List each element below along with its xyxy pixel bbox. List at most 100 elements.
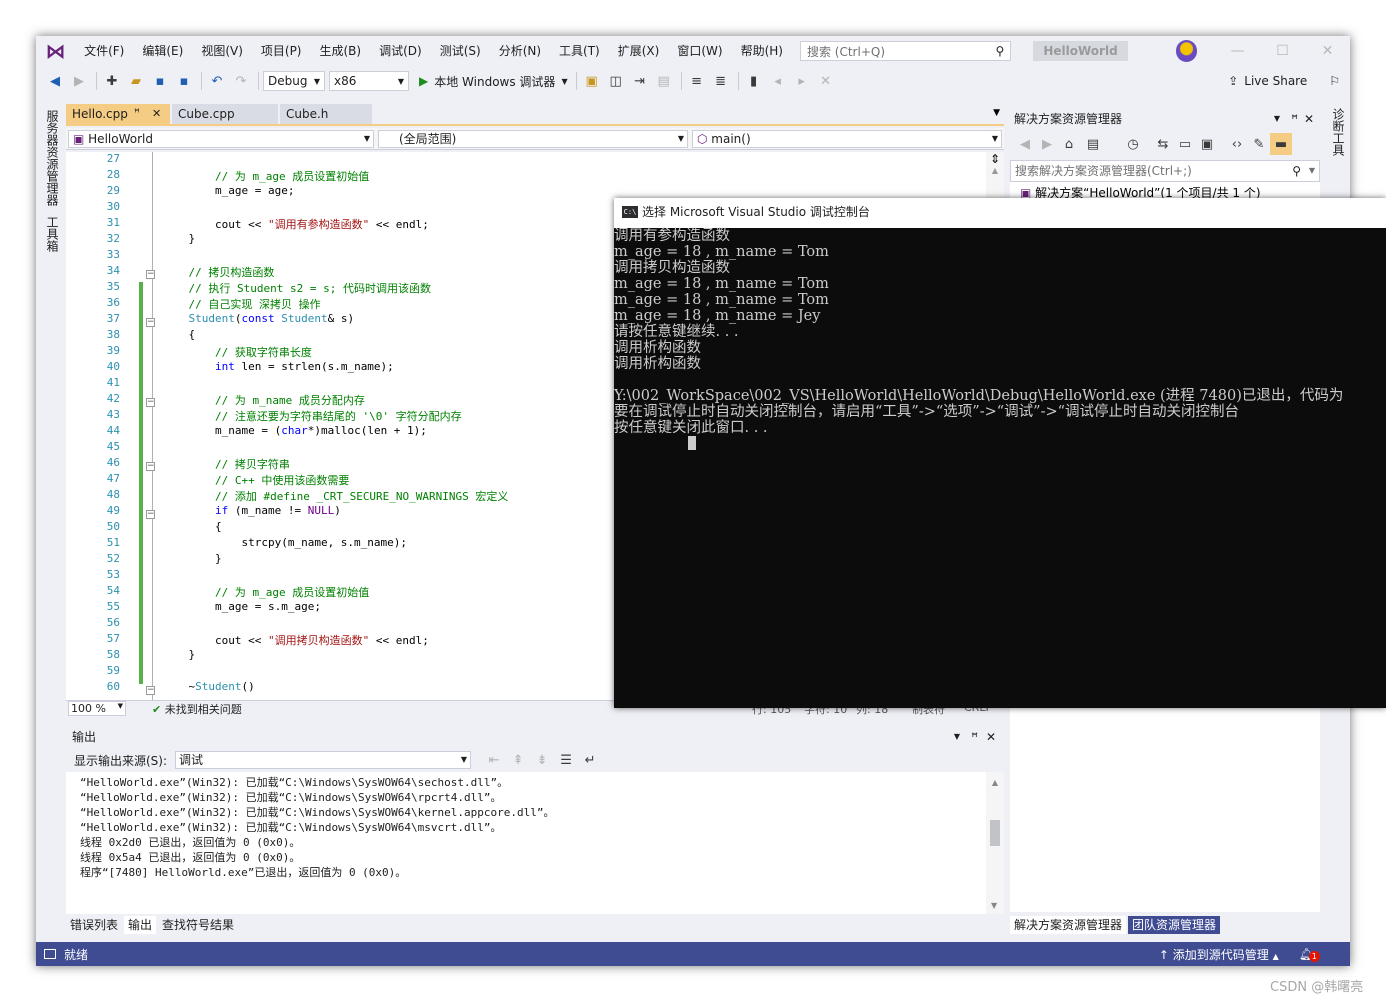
solution-platform-select[interactable]: x86 ▼ — [329, 71, 409, 91]
undo-icon[interactable]: ↶ — [206, 70, 228, 92]
preview-icon[interactable]: ▬ — [1270, 133, 1292, 155]
properties-icon[interactable]: ✎ — [1248, 133, 1270, 155]
start-debugging-button[interactable]: ▶ 本地 Windows 调试器 ▼ — [419, 73, 568, 90]
find-message-icon[interactable]: ⇤ — [483, 749, 505, 771]
redo-icon[interactable]: ↷ — [230, 70, 252, 92]
pin-icon[interactable]: ꟸ — [1291, 108, 1298, 130]
browser-link-icon[interactable]: ▣ — [581, 70, 603, 92]
pin-icon[interactable]: ꟸ — [971, 726, 978, 748]
pending-changes-icon[interactable]: ◷ — [1122, 133, 1144, 155]
menu-help[interactable]: 帮助(H) — [732, 36, 792, 66]
scroll-thumb[interactable] — [990, 820, 1000, 846]
collapse-icon[interactable]: − — [146, 270, 155, 279]
close-icon[interactable]: ✕ — [1304, 108, 1314, 130]
source-control-button[interactable]: ↑ 添加到源代码管理 ▲ — [1159, 946, 1279, 963]
step-icon[interactable]: ⇥ — [629, 70, 651, 92]
prev-bookmark-icon[interactable]: ◂ — [767, 70, 789, 92]
navigate-back-icon[interactable]: ◀ — [44, 70, 66, 92]
sync-icon[interactable]: ⇆ — [1152, 133, 1174, 155]
menu-analyze[interactable]: 分析(N) — [490, 36, 550, 66]
tab-cube-h[interactable]: Cube.h — [280, 104, 372, 124]
tab-cube-cpp[interactable]: Cube.cpp — [172, 104, 278, 124]
menu-tools[interactable]: 工具(T) — [550, 36, 609, 66]
word-wrap-icon[interactable]: ↵ — [579, 749, 601, 771]
close-icon[interactable]: ✕ — [152, 104, 161, 124]
diagnostic-tools-tab[interactable]: 诊断工具 — [1330, 108, 1347, 156]
switch-views-icon[interactable]: ▤ — [1082, 133, 1104, 155]
collapse-icon[interactable]: − — [146, 398, 155, 407]
output-text[interactable]: ▲ ▼ “HelloWorld.exe”(Win32): 已加载“C:\Wind… — [66, 772, 1004, 914]
live-share-button[interactable]: ⇪ Live Share ⚐ — [1228, 74, 1340, 88]
collapse-icon[interactable]: − — [146, 462, 155, 471]
vs-logo-icon[interactable]: ⋈ — [36, 36, 75, 66]
output-scrollbar[interactable]: ▲ ▼ — [986, 772, 1004, 914]
debug-console-window[interactable]: C:\ 选择 Microsoft Visual Studio 调试控制台 调用有… — [614, 198, 1386, 708]
issues-indicator[interactable]: ✔ 未找到相关问题 — [152, 701, 242, 717]
menu-edit[interactable]: 编辑(E) — [133, 36, 192, 66]
prev-message-icon[interactable]: ⇞ — [507, 749, 529, 771]
back-icon[interactable]: ◀ — [1014, 133, 1036, 155]
close-icon[interactable]: ✕ — [986, 726, 996, 748]
minimize-icon[interactable]: — — [1215, 36, 1260, 66]
view-code-icon[interactable]: ‹› — [1226, 133, 1248, 155]
scroll-up-icon[interactable]: ▲ — [986, 166, 1004, 175]
zoom-select[interactable]: 100 % ▼ — [68, 701, 126, 716]
tab-find-symbol-results[interactable]: 查找符号结果 — [158, 916, 238, 934]
menu-extensions[interactable]: 扩展(X) — [609, 36, 669, 66]
tab-output[interactable]: 输出 — [124, 916, 157, 934]
next-message-icon[interactable]: ⇟ — [531, 749, 553, 771]
scroll-up-icon[interactable]: ▲ — [986, 778, 1004, 787]
scope-select[interactable]: (全局范围) ▼ — [378, 130, 688, 148]
tab-team-explorer[interactable]: 团队资源管理器 — [1128, 916, 1221, 934]
solution-explorer-search[interactable]: 搜索解决方案资源管理器(Ctrl+;) ⚲ ▼ — [1010, 160, 1320, 182]
member-select[interactable]: ⬡ main() ▼ — [692, 130, 1002, 148]
output-source-select[interactable]: 调试 ▼ — [175, 751, 472, 769]
panel-menu-icon[interactable]: ▼ — [1274, 108, 1280, 130]
forward-icon[interactable]: ▶ — [1036, 133, 1058, 155]
menu-build[interactable]: 生成(B) — [311, 36, 371, 66]
collapse-all-icon[interactable]: ▭ — [1174, 133, 1196, 155]
toolbox-tab[interactable]: 工具箱 — [44, 216, 61, 252]
maximize-icon[interactable]: ☐ — [1260, 36, 1305, 66]
save-icon[interactable]: ▪ — [149, 70, 171, 92]
tab-overflow-icon[interactable]: ▼ — [993, 108, 1000, 118]
screenshot-icon[interactable]: ◫ — [605, 70, 627, 92]
menu-debug[interactable]: 调试(D) — [370, 36, 431, 66]
navigate-forward-icon[interactable]: ▶ — [68, 70, 90, 92]
open-file-icon[interactable]: ▰ — [125, 70, 147, 92]
menu-view[interactable]: 视图(V) — [192, 36, 252, 66]
clear-bookmarks-icon[interactable]: ✕ — [815, 70, 837, 92]
menu-window[interactable]: 窗口(W) — [668, 36, 731, 66]
collapse-icon[interactable]: − — [146, 318, 155, 327]
scroll-down-icon[interactable]: ▼ — [991, 901, 997, 910]
tab-hello-cpp[interactable]: Hello.cpp ꟸ ✕ — [66, 104, 170, 124]
new-project-icon[interactable]: ✚ — [101, 70, 123, 92]
notifications-button[interactable]: 🔔︎ 1 — [1299, 947, 1320, 962]
uncomment-icon[interactable]: ≣ — [710, 70, 732, 92]
menu-file[interactable]: 文件(F) — [75, 36, 133, 66]
collapse-icon[interactable]: − — [146, 686, 155, 695]
global-search-input[interactable]: 搜索 (Ctrl+Q) ⚲ — [799, 41, 1012, 61]
server-explorer-tab[interactable]: 服务器资源管理器 — [44, 110, 61, 206]
account-avatar-icon[interactable] — [1175, 40, 1198, 62]
next-bookmark-icon[interactable]: ▸ — [791, 70, 813, 92]
save-all-icon[interactable]: ▪ — [173, 70, 195, 92]
layout-icon[interactable]: ▤ — [653, 70, 675, 92]
split-icon[interactable]: ⇕ — [986, 152, 1004, 166]
feedback-icon[interactable]: ⚐ — [1329, 74, 1340, 88]
clear-all-icon[interactable]: ☰ — [555, 749, 577, 771]
comment-icon[interactable]: ≡ — [686, 70, 708, 92]
collapse-icon[interactable]: − — [146, 510, 155, 519]
tab-error-list[interactable]: 错误列表 — [66, 916, 122, 934]
bookmark-icon[interactable]: ▮ — [743, 70, 765, 92]
menu-test[interactable]: 测试(S) — [431, 36, 490, 66]
panel-menu-icon[interactable]: ▼ — [954, 726, 960, 748]
solution-configuration-select[interactable]: Debug ▼ — [263, 71, 325, 91]
project-select[interactable]: ▣ HelloWorld ▼ — [68, 130, 374, 148]
menu-project[interactable]: 项目(P) — [252, 36, 311, 66]
show-all-files-icon[interactable]: ▣ — [1196, 133, 1218, 155]
pin-icon[interactable]: ꟸ — [134, 104, 140, 124]
home-icon[interactable]: ⌂ — [1058, 133, 1080, 155]
tab-solution-explorer[interactable]: 解决方案资源管理器 — [1010, 916, 1127, 934]
close-window-icon[interactable]: ✕ — [1305, 36, 1350, 66]
